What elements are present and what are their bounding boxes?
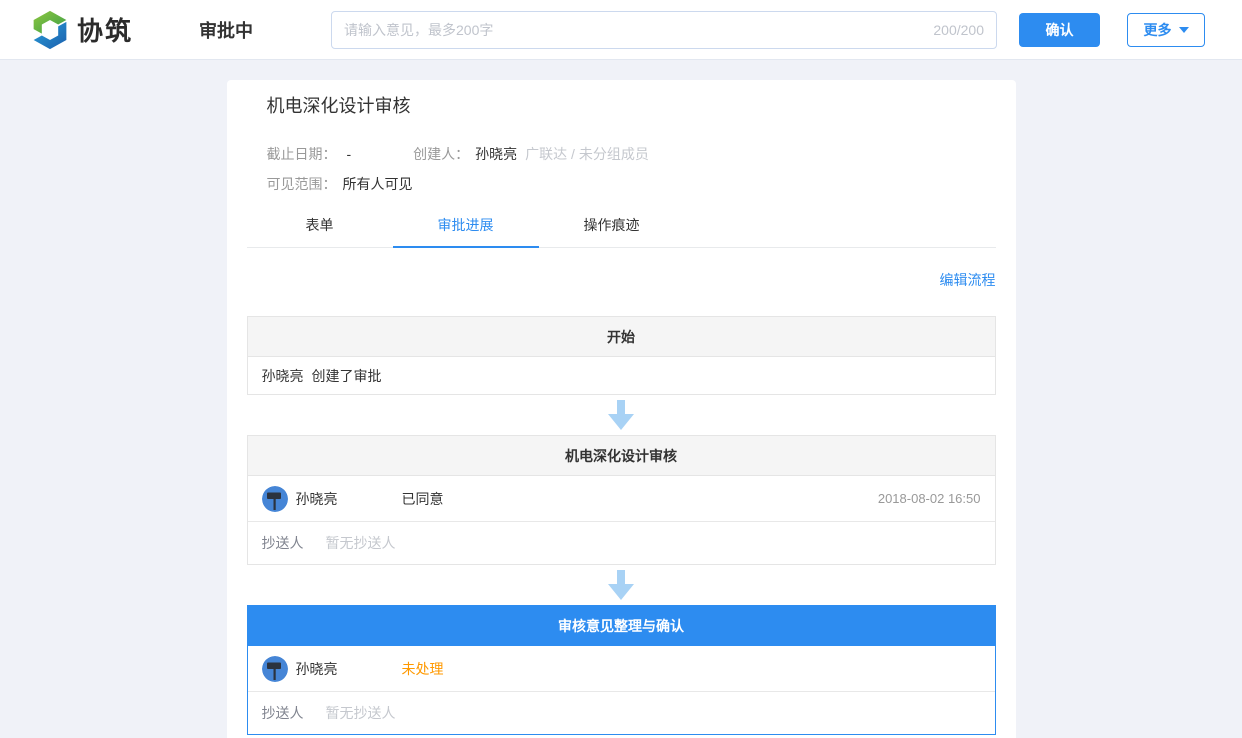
comment-input[interactable] — [344, 22, 923, 38]
scope-label: 可见范围： — [267, 174, 337, 194]
chevron-down-icon — [1179, 27, 1189, 33]
page-status-title: 审批中 — [199, 17, 253, 43]
arrow-down-icon — [608, 570, 634, 600]
workflow-node-confirm: 审核意见整理与确认 孙晓亮 未处理 — [247, 605, 996, 735]
member-name: 孙晓亮 — [296, 489, 402, 509]
flow-arrow-1 — [247, 395, 996, 435]
node-confirm-title: 审核意见整理与确认 — [248, 606, 995, 646]
logo-text: 协筑 — [77, 11, 133, 48]
logo-hexagon-icon — [30, 10, 70, 50]
node-start-body: 孙晓亮 创建了审批 — [248, 357, 995, 394]
meta-row-scope: 可见范围： 所有人可见 — [267, 173, 976, 195]
app-logo: 协筑 — [30, 10, 133, 50]
cc-value: 暂无抄送人 — [326, 533, 396, 553]
creator-label: 创建人： — [413, 144, 469, 164]
approval-title: 机电深化设计审核 — [267, 94, 976, 119]
creator-name: 孙晓亮 — [475, 144, 517, 164]
node-start-action: 创建了审批 — [312, 366, 382, 386]
deadline-value: - — [347, 146, 352, 162]
cc-value: 暂无抄送人 — [326, 703, 396, 723]
member-avatar — [262, 486, 288, 512]
member-status-approved: 已同意 — [402, 489, 444, 509]
workflow-node-start: 开始 孙晓亮 创建了审批 — [247, 316, 996, 395]
cc-label: 抄送人 — [262, 703, 304, 723]
creator-org: 广联达 / 未分组成员 — [525, 144, 649, 164]
flow-arrow-2 — [247, 565, 996, 605]
arrow-down-icon — [608, 400, 634, 430]
deadline-label: 截止日期： — [267, 144, 337, 164]
confirm-button[interactable]: 确认 — [1019, 13, 1100, 47]
node-review-member-row: 孙晓亮 已同意 2018-08-02 16:50 — [248, 476, 995, 522]
approval-detail-card: 机电深化设计审核 截止日期： - 创建人： 孙晓亮 广联达 / 未分组成员 可见… — [227, 80, 1016, 738]
member-avatar — [262, 656, 288, 682]
comment-input-box: 200/200 — [331, 11, 997, 49]
node-confirm-cc-row: 抄送人 暂无抄送人 — [248, 692, 995, 734]
edit-flow-link[interactable]: 编辑流程 — [940, 272, 996, 288]
tab-approval-progress[interactable]: 审批进展 — [393, 207, 539, 247]
more-button[interactable]: 更多 — [1127, 13, 1205, 47]
scope-value: 所有人可见 — [343, 174, 413, 194]
main-area: 机电深化设计审核 截止日期： - 创建人： 孙晓亮 广联达 / 未分组成员 可见… — [0, 60, 1242, 738]
tab-operation-trace[interactable]: 操作痕迹 — [539, 207, 685, 247]
member-status-pending: 未处理 — [402, 659, 444, 679]
top-header: 协筑 审批中 200/200 确认 更多 — [0, 0, 1242, 60]
member-name: 孙晓亮 — [296, 659, 402, 679]
edit-flow-row: 编辑流程 — [247, 270, 996, 290]
node-review-title: 机电深化设计审核 — [248, 436, 995, 476]
node-review-cc-row: 抄送人 暂无抄送人 — [248, 522, 995, 564]
tab-form[interactable]: 表单 — [247, 207, 393, 247]
member-approval-time: 2018-08-02 16:50 — [878, 491, 981, 506]
char-counter: 200/200 — [933, 22, 984, 38]
meta-row-deadline-creator: 截止日期： - 创建人： 孙晓亮 广联达 / 未分组成员 — [267, 143, 976, 165]
node-confirm-member-row: 孙晓亮 未处理 — [248, 646, 995, 692]
cc-label: 抄送人 — [262, 533, 304, 553]
workflow-section: 开始 孙晓亮 创建了审批 机电深化设计审核 — [247, 316, 996, 735]
approval-info-section: 机电深化设计审核 截止日期： - 创建人： 孙晓亮 广联达 / 未分组成员 可见… — [247, 94, 996, 195]
more-button-label: 更多 — [1144, 20, 1172, 40]
node-start-actor: 孙晓亮 — [262, 366, 304, 386]
detail-tabs: 表单 审批进展 操作痕迹 — [247, 207, 996, 248]
node-start-title: 开始 — [248, 317, 995, 357]
workflow-node-review: 机电深化设计审核 孙晓亮 已同意 — [247, 435, 996, 565]
